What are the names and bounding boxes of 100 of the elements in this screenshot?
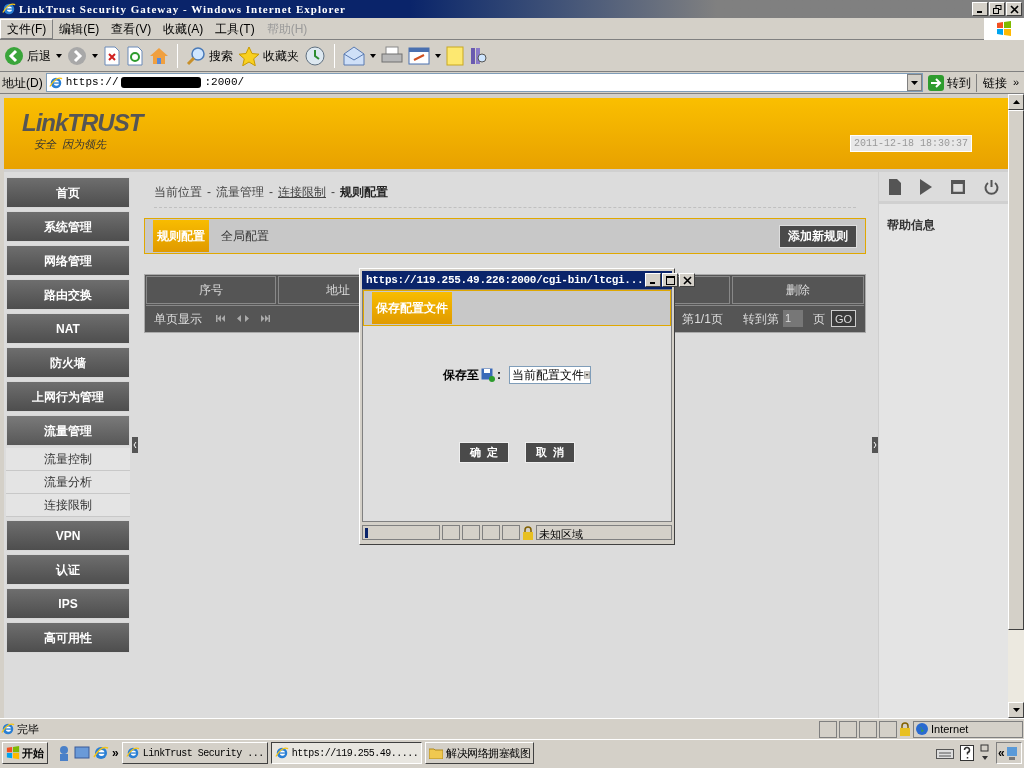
cancel-button[interactable]: 取 消 bbox=[525, 442, 576, 463]
ok-button[interactable]: 确 定 bbox=[458, 442, 509, 463]
nav-item[interactable]: 认证 bbox=[6, 554, 130, 585]
address-label: 地址(D) bbox=[2, 74, 43, 92]
edit-dropdown-icon[interactable] bbox=[435, 53, 441, 58]
refresh-icon[interactable] bbox=[126, 45, 144, 66]
status-text: 完毕 bbox=[17, 721, 40, 737]
links-button[interactable]: 链接 bbox=[979, 73, 1010, 92]
restore-button[interactable] bbox=[989, 2, 1005, 16]
start-button[interactable]: 开始 bbox=[2, 742, 48, 764]
menu-item[interactable]: 工具(T) bbox=[209, 18, 261, 39]
last-page-icon[interactable] bbox=[261, 315, 270, 322]
keyboard-icon[interactable] bbox=[936, 747, 954, 759]
ie-icon bbox=[2, 2, 16, 16]
breadcrumb-separator: - bbox=[207, 183, 211, 201]
user-icon[interactable] bbox=[57, 745, 71, 761]
status-pane bbox=[879, 720, 897, 738]
nav-item[interactable]: 防火墙 bbox=[6, 347, 130, 378]
prev-next-icon[interactable] bbox=[237, 315, 249, 322]
nav-item[interactable]: IPS bbox=[6, 588, 130, 619]
status-pane bbox=[839, 720, 857, 738]
minimize-button[interactable] bbox=[645, 273, 662, 287]
nav-item[interactable]: 首页 bbox=[6, 177, 130, 208]
menu-item[interactable]: 收藏(A) bbox=[157, 18, 210, 39]
page-info: 第1/1页 bbox=[682, 310, 723, 328]
task-button[interactable]: 解决网络拥塞截图 bbox=[425, 742, 535, 764]
back-button[interactable]: 后退 bbox=[4, 45, 51, 66]
url-text: https:// bbox=[65, 75, 119, 91]
sub-nav-item[interactable]: 流量控制 bbox=[6, 448, 130, 471]
nav-item[interactable]: NAT bbox=[6, 313, 130, 344]
ie-icon bbox=[48, 75, 63, 90]
lock-icon bbox=[522, 525, 534, 540]
close-button[interactable] bbox=[679, 273, 696, 287]
breadcrumb-separator: - bbox=[269, 183, 273, 201]
column-header: 删除 bbox=[732, 276, 864, 304]
nav-item[interactable]: 路由交换 bbox=[6, 279, 130, 310]
datetime-field: 2011-12-18 18:30:37 bbox=[849, 135, 972, 152]
tab[interactable]: 全局配置 bbox=[211, 220, 279, 252]
goto-label: 转到第 bbox=[742, 310, 779, 328]
stop-icon[interactable] bbox=[950, 179, 965, 194]
breadcrumb-separator: - bbox=[331, 183, 335, 201]
ie-icon bbox=[93, 745, 109, 761]
file-icon[interactable] bbox=[888, 178, 901, 195]
go-page-button[interactable]: GO bbox=[830, 310, 856, 327]
star-icon bbox=[238, 45, 260, 66]
maximize-button[interactable] bbox=[662, 273, 679, 287]
ie-icon bbox=[274, 746, 289, 760]
sub-nav-item[interactable]: 流量分析 bbox=[6, 471, 130, 494]
more-icon[interactable]: » bbox=[112, 744, 119, 762]
dropdown-icon[interactable] bbox=[906, 74, 922, 91]
ie-icon bbox=[125, 746, 140, 760]
nav-item[interactable]: 网络管理 bbox=[6, 245, 130, 276]
menu-item[interactable]: 编辑(E) bbox=[53, 18, 106, 39]
menu-item[interactable]: 文件(F) bbox=[0, 18, 54, 39]
window-title: LinkTrust Security Gateway - Windows Internet Explorer bbox=[19, 1, 346, 17]
help-icon[interactable] bbox=[960, 745, 974, 761]
collapse-left-icon[interactable] bbox=[132, 437, 138, 453]
nav-item[interactable]: 上网行为管理 bbox=[6, 381, 130, 412]
nav-item[interactable]: 高可用性 bbox=[6, 622, 130, 653]
edit-icon[interactable] bbox=[408, 45, 430, 66]
mail-icon[interactable] bbox=[343, 45, 365, 66]
chevron-more[interactable]: » bbox=[1012, 74, 1022, 91]
save-target-select[interactable]: 当前配置文件 bbox=[509, 366, 591, 384]
print-icon[interactable] bbox=[381, 45, 403, 66]
tagline: 安全 因为领先 bbox=[34, 137, 108, 152]
close-button[interactable] bbox=[1006, 2, 1022, 16]
go-button[interactable]: 转到 bbox=[925, 73, 973, 92]
collapse-right-icon[interactable] bbox=[872, 437, 878, 453]
minimize-button[interactable] bbox=[972, 2, 988, 16]
add-rule-button[interactable]: 添加新规则 bbox=[779, 224, 857, 248]
mail-dropdown-icon[interactable] bbox=[370, 53, 376, 58]
windows-logo-icon bbox=[984, 17, 1024, 40]
research-icon[interactable] bbox=[469, 45, 489, 66]
scroll-up-icon[interactable] bbox=[1012, 100, 1020, 104]
nav-item[interactable]: 系统管理 bbox=[6, 211, 130, 242]
address-field[interactable]: https:// :2000/ bbox=[45, 73, 923, 92]
power-icon[interactable] bbox=[983, 178, 999, 195]
network-icon[interactable] bbox=[1005, 746, 1018, 760]
menu-item[interactable]: 查看(V) bbox=[105, 18, 158, 39]
sub-nav-item[interactable]: 连接限制 bbox=[6, 494, 130, 517]
scroll-down-icon[interactable] bbox=[1012, 708, 1020, 712]
window-restore-icon[interactable] bbox=[980, 744, 990, 762]
restore-icon bbox=[992, 4, 1002, 14]
nav-item[interactable]: 流量管理 bbox=[6, 415, 130, 446]
task-button[interactable]: LinkTrust Security ... bbox=[121, 742, 268, 764]
favorites-button[interactable]: 收藏夹 bbox=[238, 45, 299, 66]
history-icon[interactable] bbox=[304, 44, 326, 67]
scrollbar[interactable] bbox=[1008, 94, 1024, 718]
task-button[interactable]: https://119.255.49..... bbox=[270, 742, 423, 764]
first-page-icon[interactable] bbox=[216, 315, 225, 322]
desktop-icon[interactable] bbox=[74, 745, 90, 761]
play-icon[interactable] bbox=[919, 178, 932, 195]
search-button[interactable]: 搜索 bbox=[186, 45, 233, 66]
back-dropdown-icon[interactable] bbox=[56, 53, 62, 58]
nav-item[interactable]: VPN bbox=[6, 520, 130, 551]
breadcrumb-link[interactable]: 连接限制 bbox=[278, 182, 326, 201]
stop-icon[interactable] bbox=[103, 45, 121, 66]
status-pane bbox=[462, 525, 480, 540]
breadcrumb-item: 当前位置 bbox=[154, 183, 202, 201]
forward-dropdown-icon[interactable] bbox=[92, 53, 98, 58]
